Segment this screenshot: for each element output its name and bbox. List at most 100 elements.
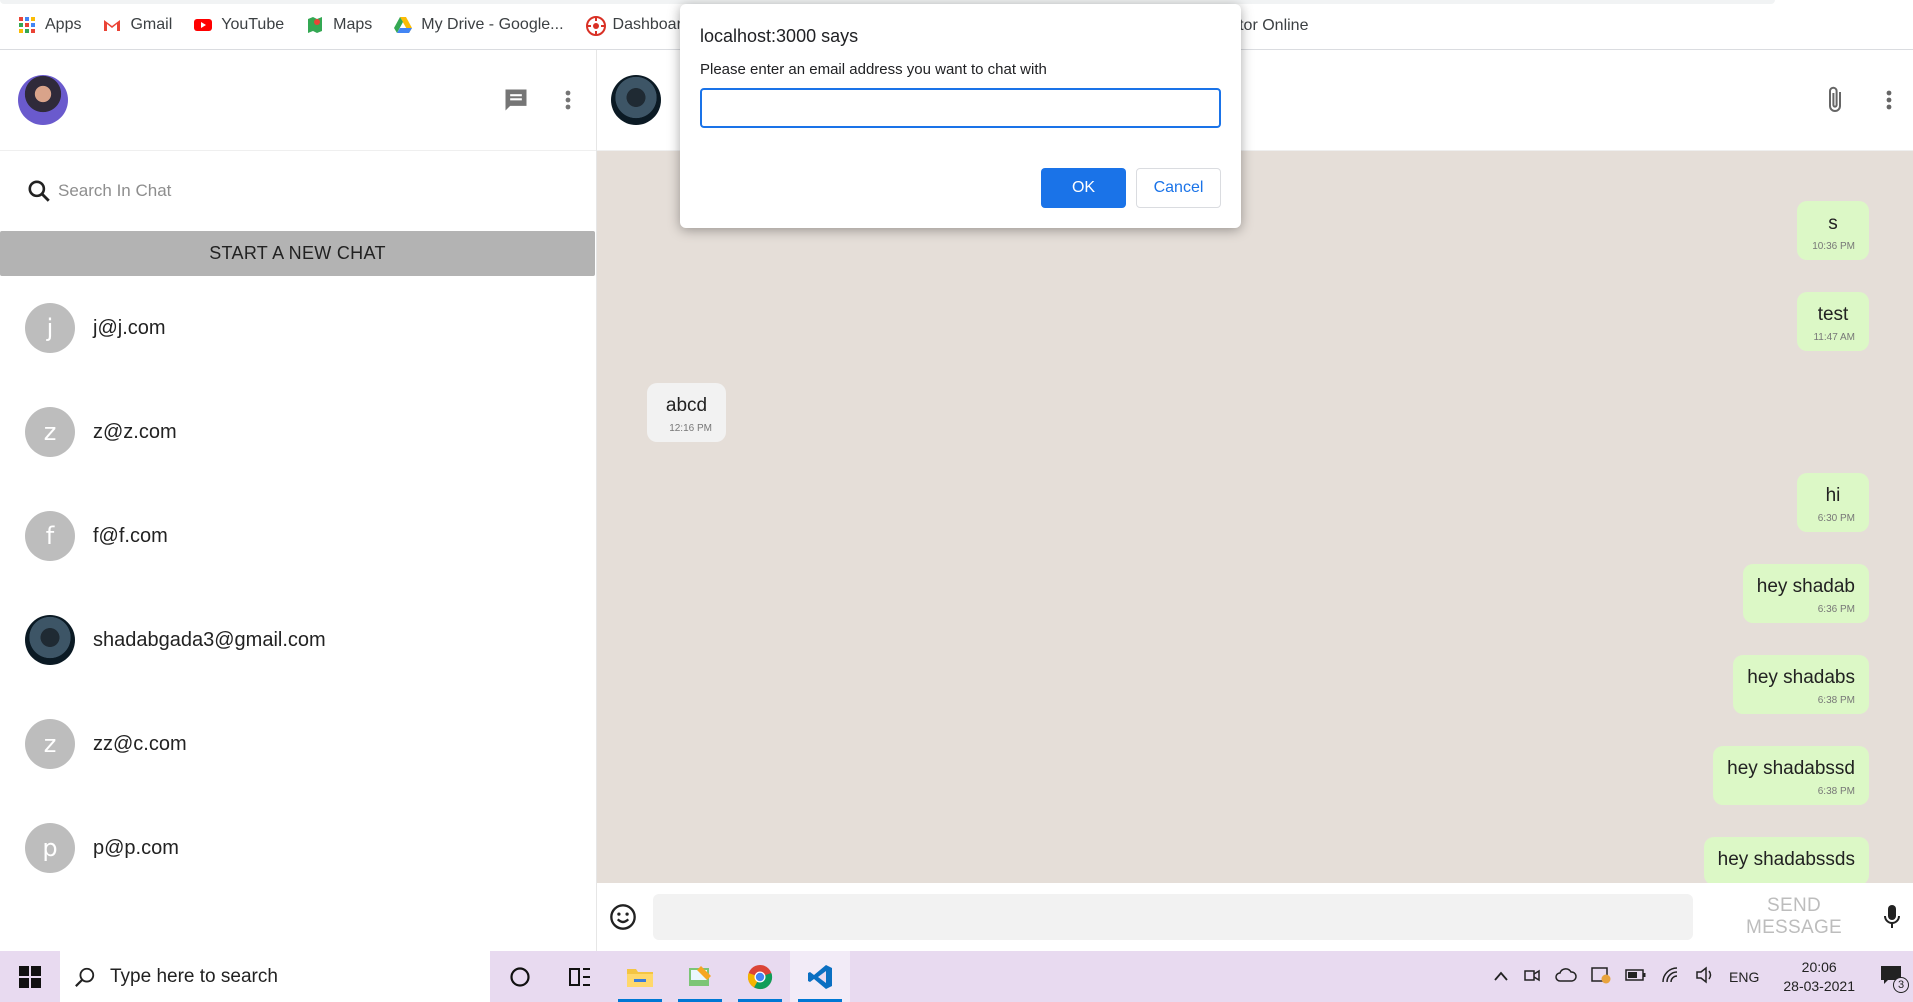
message-composer: SEND MESSAGE — [597, 883, 1913, 951]
message-text: hey shadabssd — [1727, 758, 1855, 779]
contact-name: z@z.com — [93, 420, 177, 443]
message-text: hey shadabs — [1747, 667, 1855, 688]
bookmark-gmail[interactable]: Gmail — [103, 16, 172, 34]
message-text: hey shadabssds — [1717, 849, 1855, 870]
windows-taskbar: Type here to search ENG 20:06 28-03-2021… — [0, 951, 1913, 1002]
message-bubble: hey shadab 6:36 PM — [1742, 564, 1869, 623]
message-time: 11:47 AM — [1813, 332, 1855, 343]
search-input[interactable] — [58, 181, 558, 201]
youtube-icon — [194, 16, 213, 34]
chat-icon[interactable] — [502, 86, 530, 114]
user-avatar[interactable] — [18, 75, 68, 125]
cortana-button[interactable] — [490, 951, 550, 1002]
message-bubble: hey shadabssds — [1703, 837, 1869, 883]
dialog-email-input[interactable] — [700, 88, 1221, 128]
notifications-icon[interactable]: 3 — [1879, 964, 1909, 993]
message-text: hi — [1825, 485, 1841, 506]
contact-name: shadabgada3@gmail.com — [93, 628, 326, 651]
microphone-icon[interactable] — [1883, 904, 1901, 930]
chat-list-item[interactable]: z zz@c.com — [0, 692, 596, 796]
message-bubble: s 10:36 PM — [1797, 201, 1869, 260]
chat-list-item[interactable]: f f@f.com — [0, 484, 596, 588]
onedrive-icon[interactable] — [1555, 967, 1577, 986]
chat-list-item[interactable]: z z@z.com — [0, 380, 596, 484]
folder-icon — [627, 968, 653, 987]
meet-icon[interactable] — [1523, 966, 1541, 987]
contact-avatar: j — [25, 303, 75, 353]
dashboard-icon — [585, 15, 606, 36]
task-view-button[interactable] — [550, 951, 610, 1002]
contact-name: f@f.com — [93, 524, 168, 547]
send-message-button[interactable]: SEND MESSAGE — [1721, 895, 1867, 939]
bookmark-drive[interactable]: My Drive - Google... — [394, 15, 564, 34]
contact-avatar: z — [25, 407, 75, 457]
chat-contact-avatar[interactable] — [611, 75, 661, 125]
bookmark-dashboard[interactable]: Dashboard — [585, 15, 691, 36]
sidebar-header — [0, 50, 596, 151]
start-new-chat-button[interactable]: START A NEW CHAT — [0, 231, 595, 276]
drive-icon — [394, 16, 413, 34]
message-time: 6:38 PM — [1817, 695, 1855, 706]
message-bubble: abcd 12:16 PM — [647, 383, 726, 442]
bookmark-label: My Drive - Google... — [421, 15, 564, 33]
contact-name: j@j.com — [93, 316, 166, 339]
message-bubble: hey shadabs 6:38 PM — [1733, 655, 1869, 714]
volume-icon[interactable] — [1695, 966, 1715, 987]
cortana-icon — [510, 966, 530, 987]
sidebar-search — [0, 151, 596, 231]
taskbar-app-vscode[interactable] — [790, 951, 850, 1002]
start-button[interactable] — [0, 951, 60, 1002]
clock-date: 28-03-2021 — [1783, 977, 1855, 994]
system-tray: ENG 20:06 28-03-2021 3 — [1493, 951, 1913, 1002]
message-text: abcd — [665, 395, 708, 416]
contact-avatar: f — [25, 511, 75, 561]
notification-count: 3 — [1893, 977, 1909, 993]
chevron-up-icon[interactable] — [1493, 969, 1509, 985]
more-vert-icon[interactable] — [564, 88, 572, 112]
chat-list-item[interactable]: p p@p.com — [0, 796, 596, 900]
language-indicator[interactable]: ENG — [1729, 969, 1759, 985]
contact-photo-avatar — [25, 615, 75, 665]
ok-button[interactable]: OK — [1041, 168, 1126, 208]
chat-list-item[interactable]: shadabgada3@gmail.com — [0, 588, 596, 692]
more-vert-icon[interactable] — [1885, 88, 1893, 112]
contact-name: zz@c.com — [93, 732, 187, 755]
chat-list-item[interactable]: j j@j.com — [0, 276, 596, 380]
clock[interactable]: 20:06 28-03-2021 — [1783, 958, 1855, 996]
paint-icon — [689, 965, 711, 986]
bookmark-maps[interactable]: Maps — [306, 16, 372, 34]
contact-avatar: z — [25, 719, 75, 769]
taskbar-app-paint[interactable] — [670, 951, 730, 1002]
task-view-icon — [569, 967, 590, 986]
message-bubble: test 11:47 AM — [1797, 292, 1869, 351]
bookmark-label: Maps — [333, 15, 373, 33]
sidebar: START A NEW CHAT j j@j.com z z@z.com f f… — [0, 50, 597, 951]
message-text: hey shadab — [1756, 576, 1855, 597]
contact-name: p@p.com — [93, 836, 179, 859]
attach-icon[interactable] — [1825, 85, 1847, 115]
taskbar-app-file-explorer[interactable] — [610, 951, 670, 1002]
windows-logo-icon — [19, 965, 41, 988]
dialog-title: localhost:3000 says — [700, 26, 859, 46]
message-input[interactable] — [653, 894, 1693, 940]
message-time: 6:30 PM — [1817, 513, 1855, 524]
bookmark-label: Apps — [45, 15, 82, 33]
bookmark-youtube[interactable]: YouTube — [194, 16, 284, 34]
apps-grid-icon — [18, 16, 36, 34]
wifi-icon[interactable] — [1661, 966, 1681, 987]
message-time: 6:36 PM — [1817, 604, 1855, 615]
search-icon — [75, 967, 95, 987]
chat-list: j j@j.com z z@z.com f f@f.com shadabgada… — [0, 276, 596, 900]
taskbar-search[interactable]: Type here to search — [60, 951, 490, 1002]
battery-icon[interactable] — [1625, 968, 1647, 985]
message-area: s 10:36 PM test 11:47 AM abcd 12:16 PM h… — [597, 151, 1913, 883]
message-bubble: hey shadabssd 6:38 PM — [1713, 746, 1869, 805]
cancel-button[interactable]: Cancel — [1136, 168, 1221, 208]
taskbar-app-chrome[interactable] — [730, 951, 790, 1002]
emoji-icon[interactable] — [609, 903, 637, 931]
security-alert-icon[interactable] — [1591, 966, 1611, 987]
prompt-dialog: localhost:3000 says Please enter an emai… — [680, 4, 1241, 228]
bookmark-partial-label[interactable]: litor Online — [1232, 17, 1308, 35]
dialog-message: Please enter an email address you want t… — [700, 61, 1047, 78]
bookmark-apps[interactable]: Apps — [18, 16, 81, 34]
